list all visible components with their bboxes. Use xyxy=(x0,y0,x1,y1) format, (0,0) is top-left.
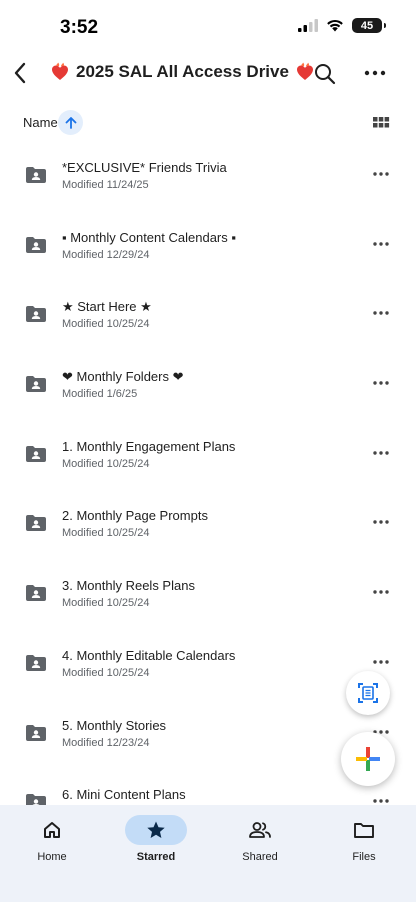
sort-bar: Name xyxy=(0,108,416,138)
sort-label[interactable]: Name xyxy=(23,115,58,130)
sort-direction-button[interactable] xyxy=(58,110,83,135)
file-modified: Modified 10/25/24 xyxy=(62,527,150,540)
app-bar: 2025 SAL All Access Drive xyxy=(0,50,416,96)
file-name: ▪ Monthly Content Calendars ▪ xyxy=(62,229,236,245)
item-more-button[interactable] xyxy=(371,656,391,668)
arrow-up-icon xyxy=(65,116,76,129)
nav-home[interactable]: Home xyxy=(0,815,104,863)
item-more-button[interactable] xyxy=(371,795,391,805)
chevron-left-icon xyxy=(14,62,26,84)
item-more-button[interactable] xyxy=(371,447,391,459)
list-item[interactable]: ▪ Monthly Content Calendars ▪ Modified 1… xyxy=(0,205,416,275)
nav-files-label: Files xyxy=(352,851,376,863)
file-name: 1. Monthly Engagement Plans xyxy=(62,438,236,454)
file-name: 2. Monthly Page Prompts xyxy=(62,508,208,524)
people-icon xyxy=(249,822,271,838)
status-icons: 45 xyxy=(298,18,386,33)
nav-files[interactable]: Files xyxy=(312,815,416,863)
shared-folder-icon xyxy=(26,724,46,741)
item-more-button[interactable] xyxy=(371,377,391,389)
nav-home-label: Home xyxy=(37,851,67,863)
file-modified: Modified 10/25/24 xyxy=(62,457,150,470)
shared-folder-icon xyxy=(26,515,46,532)
list-item[interactable]: ★ Start Here ★ Modified 10/25/24 xyxy=(0,274,416,344)
file-modified: Modified 10/25/24 xyxy=(62,666,150,679)
file-name: 3. Monthly Reels Plans xyxy=(62,578,195,594)
battery-indicator: 45 xyxy=(352,18,386,33)
grid-view-button[interactable] xyxy=(372,114,390,132)
signal-icon xyxy=(298,19,318,32)
plus-icon xyxy=(356,747,380,771)
shared-folder-icon xyxy=(26,167,46,183)
grid-view-icon xyxy=(373,117,390,128)
search-button[interactable] xyxy=(312,61,338,87)
new-button[interactable] xyxy=(341,732,395,786)
file-name: *EXCLUSIVE* Friends Trivia xyxy=(62,160,227,175)
shared-folder-icon xyxy=(26,236,46,253)
heart-on-fire-icon xyxy=(52,62,68,80)
home-icon xyxy=(44,822,60,838)
item-more-button[interactable] xyxy=(371,168,391,180)
file-modified: Modified 10/25/24 xyxy=(62,597,150,610)
more-horizontal-icon xyxy=(364,70,386,76)
nav-starred-pill xyxy=(125,815,187,845)
nav-shared-pill xyxy=(229,815,291,845)
bottom-navigation: Home Starred Shared Files xyxy=(0,805,416,902)
file-name: ★ Start Here ★ xyxy=(62,299,152,315)
more-horizontal-icon xyxy=(373,241,389,246)
search-icon xyxy=(315,64,336,85)
item-more-button[interactable] xyxy=(371,238,391,250)
nav-files-pill xyxy=(333,815,395,845)
shared-folder-icon xyxy=(26,376,46,393)
more-horizontal-icon xyxy=(373,172,389,176)
shared-folder-icon xyxy=(26,445,46,462)
shared-folder-icon xyxy=(26,306,46,323)
file-modified: Modified 10/25/24 xyxy=(62,318,150,331)
more-horizontal-icon xyxy=(373,660,389,664)
nav-starred-label: Starred xyxy=(136,851,176,863)
file-modified: Modified 1/6/25 xyxy=(62,388,138,401)
document-scan-icon xyxy=(358,683,378,703)
page-title: 2025 SAL All Access Drive xyxy=(50,62,315,82)
file-modified: Modified 11/24/25 xyxy=(62,179,149,191)
file-modified: Modified 12/23/24 xyxy=(62,736,150,749)
file-name: 4. Monthly Editable Calendars xyxy=(62,647,236,663)
more-horizontal-icon xyxy=(373,381,389,385)
more-horizontal-icon xyxy=(373,451,389,455)
shared-folder-icon xyxy=(26,794,46,805)
item-more-button[interactable] xyxy=(371,516,391,528)
more-horizontal-icon xyxy=(373,590,389,594)
more-options-button[interactable] xyxy=(362,63,388,83)
page-title-text: 2025 SAL All Access Drive xyxy=(76,62,289,81)
battery-level: 45 xyxy=(360,19,374,32)
wifi-icon xyxy=(327,19,343,32)
status-time: 3:52 xyxy=(60,17,99,38)
file-name: 6. Mini Content Plans xyxy=(62,787,186,803)
nav-shared-label: Shared xyxy=(242,851,278,863)
shared-folder-icon xyxy=(26,654,46,671)
back-button[interactable] xyxy=(8,58,32,88)
nav-home-pill xyxy=(21,815,83,845)
item-more-button[interactable] xyxy=(371,307,391,319)
file-modified: Modified 12/29/24 xyxy=(62,248,150,261)
list-item[interactable]: *EXCLUSIVE* Friends Trivia Modified 11/2… xyxy=(0,135,416,205)
nav-starred[interactable]: Starred xyxy=(104,815,208,863)
more-horizontal-icon xyxy=(373,311,389,316)
item-more-button[interactable] xyxy=(371,586,391,598)
nav-shared[interactable]: Shared xyxy=(208,815,312,863)
folder-icon xyxy=(354,823,374,838)
list-item[interactable]: 3. Monthly Reels Plans Modified 10/25/24 xyxy=(0,553,416,623)
more-horizontal-icon xyxy=(373,799,389,803)
list-item[interactable]: ❤ Monthly Folders ❤ Modified 1/6/25 xyxy=(0,344,416,414)
more-horizontal-icon xyxy=(373,520,389,525)
list-item[interactable]: 1. Monthly Engagement Plans Modified 10/… xyxy=(0,414,416,484)
star-icon xyxy=(147,821,165,838)
shared-folder-icon xyxy=(26,585,46,602)
scan-button[interactable] xyxy=(346,671,390,715)
file-name: ❤ Monthly Folders ❤ xyxy=(62,369,184,385)
list-item[interactable]: 2. Monthly Page Prompts Modified 10/25/2… xyxy=(0,483,416,553)
file-name: 5. Monthly Stories xyxy=(62,717,167,733)
status-bar: 3:52 45 xyxy=(0,0,416,50)
